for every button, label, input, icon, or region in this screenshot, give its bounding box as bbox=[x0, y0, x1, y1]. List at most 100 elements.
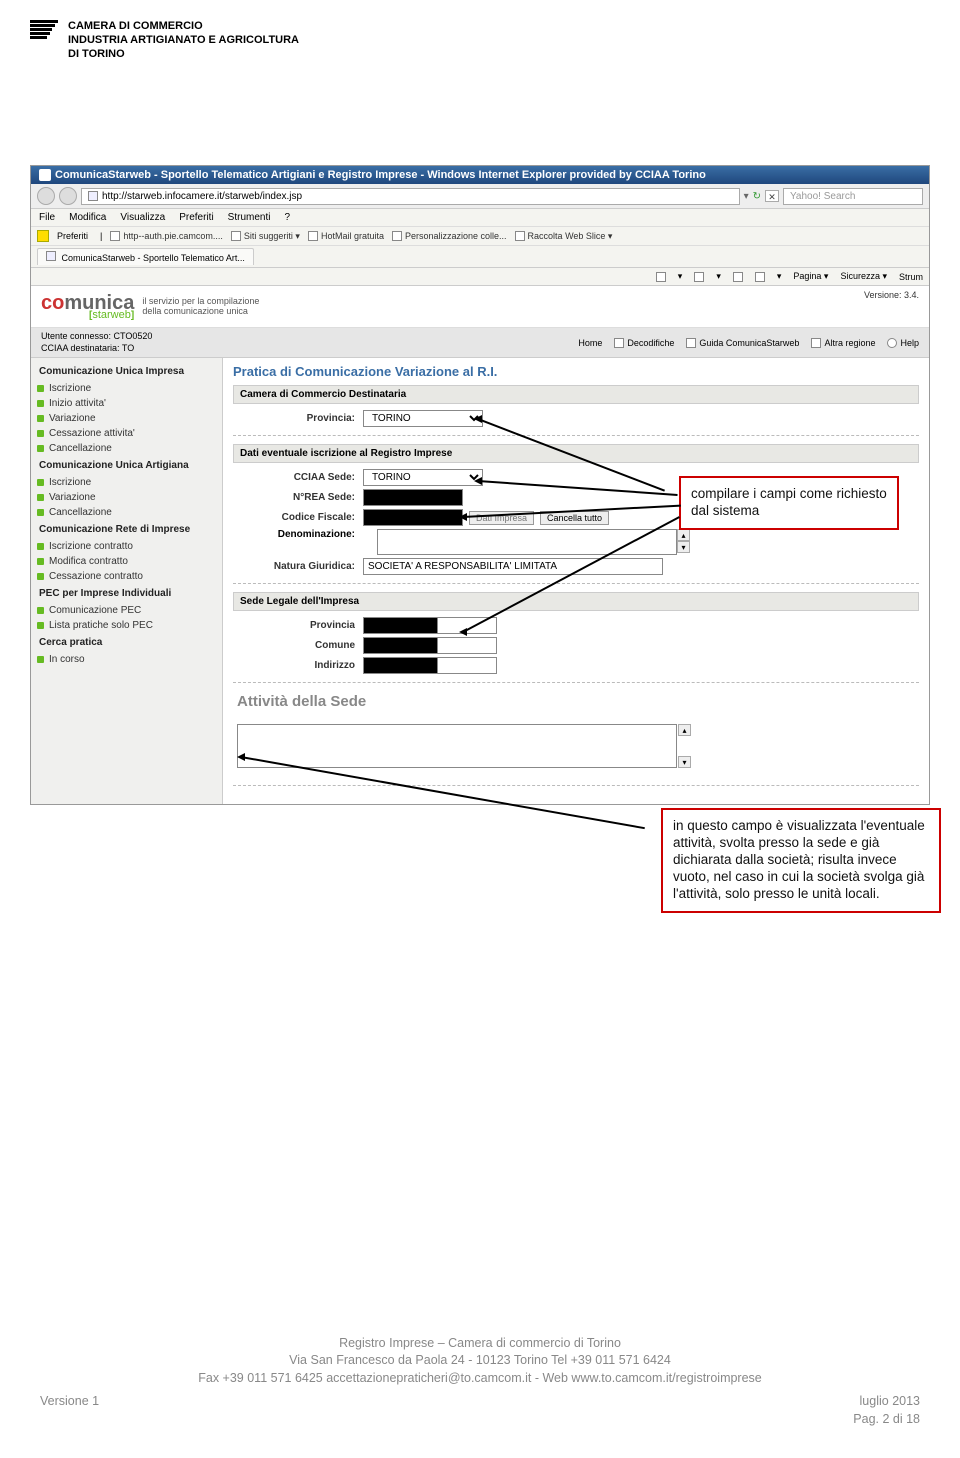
stop-icon[interactable]: ✕ bbox=[765, 190, 779, 202]
fav-item-0[interactable]: http--auth.pie.camcom.... bbox=[110, 231, 223, 241]
sb-item-rete-cessazione[interactable]: Cessazione contratto bbox=[31, 569, 222, 584]
url-icon bbox=[88, 191, 98, 201]
sb-item-pec-comm[interactable]: Comunicazione PEC bbox=[31, 603, 222, 618]
print-icon[interactable] bbox=[755, 272, 765, 282]
address-bar: http://starweb.infocamere.it/starweb/ind… bbox=[31, 184, 929, 209]
menu-modifica[interactable]: Modifica bbox=[69, 212, 106, 223]
cmd-sicurezza[interactable]: Sicurezza ▾ bbox=[840, 271, 887, 282]
sb-item-rete-modifica[interactable]: Modifica contratto bbox=[31, 554, 222, 569]
tagline-2: della comunicazione unica bbox=[142, 307, 259, 317]
fav-label[interactable]: Preferiti bbox=[57, 231, 88, 241]
label-nrea: N°REA Sede: bbox=[233, 492, 363, 503]
sb-item-art-iscrizione[interactable]: Iscrizione bbox=[31, 475, 222, 490]
menu-file[interactable]: File bbox=[39, 212, 55, 223]
arrow-head-3 bbox=[459, 513, 467, 521]
callout-1: compilare i campi come richiesto dal sis… bbox=[679, 476, 899, 530]
footer-line1: Registro Imprese – Camera di commercio d… bbox=[0, 1335, 960, 1353]
footer-line2: Via San Francesco da Paola 24 - 10123 To… bbox=[0, 1352, 960, 1370]
input-sede-indirizzo[interactable] bbox=[437, 657, 497, 674]
menu-visualizza[interactable]: Visualizza bbox=[120, 212, 165, 223]
footer-version: Versione 1 bbox=[40, 1393, 99, 1428]
scroll-up-icon[interactable]: ▴ bbox=[677, 529, 690, 541]
label-sede-indirizzo: Indirizzo bbox=[233, 660, 363, 671]
cmd-pagina[interactable]: Pagina ▾ bbox=[793, 271, 828, 282]
label-natura: Natura Giuridica: bbox=[233, 561, 363, 572]
forward-button[interactable] bbox=[59, 187, 77, 205]
fav-item-3[interactable]: Personalizzazione colle... bbox=[392, 231, 507, 241]
nav-altra-regione[interactable]: Altra regione bbox=[811, 338, 875, 348]
fav-item-2[interactable]: HotMail gratuita bbox=[308, 231, 384, 241]
sb-item-cessazione[interactable]: Cessazione attivita' bbox=[31, 426, 222, 441]
home-icon[interactable] bbox=[656, 272, 666, 282]
main-form: Pratica di Comunicazione Variazione al R… bbox=[223, 358, 929, 804]
sb-item-variazione[interactable]: Variazione bbox=[31, 411, 222, 426]
feed-icon[interactable] bbox=[694, 272, 704, 282]
mail-icon[interactable] bbox=[733, 272, 743, 282]
label-provincia: Provincia: bbox=[233, 413, 363, 424]
footer-date: luglio 2013 bbox=[860, 1394, 920, 1408]
sidebar: Comunicazione Unica Impresa Iscrizione I… bbox=[31, 358, 223, 804]
arrow-head-5 bbox=[237, 753, 245, 761]
menu-strumenti[interactable]: Strumenti bbox=[228, 212, 271, 223]
sb-group-4: Cerca pratica bbox=[31, 633, 222, 652]
window-title: ComunicaStarweb - Sportello Telematico A… bbox=[55, 169, 706, 181]
label-cf: Codice Fiscale: bbox=[233, 512, 363, 523]
cmd-strum[interactable]: Strum bbox=[899, 272, 923, 282]
star-icon[interactable] bbox=[37, 230, 49, 242]
scroll-up-icon-2[interactable]: ▴ bbox=[678, 724, 691, 736]
browser-window: ComunicaStarweb - Sportello Telematico A… bbox=[30, 165, 930, 805]
menu-bar: File Modifica Visualizza Preferiti Strum… bbox=[31, 209, 929, 227]
app-header: comunica [starweb] il servizio per la co… bbox=[31, 286, 929, 328]
input-sede-comune[interactable] bbox=[437, 637, 497, 654]
sb-item-rete-iscrizione[interactable]: Iscrizione contratto bbox=[31, 539, 222, 554]
org-line1: CAMERA DI COMMERCIO bbox=[68, 20, 299, 34]
scroll-down-icon-2[interactable]: ▾ bbox=[678, 756, 691, 768]
redacted-denom bbox=[363, 529, 377, 555]
scroll-down-icon[interactable]: ▾ bbox=[677, 541, 690, 553]
dropdown-icon[interactable]: ▾ bbox=[744, 191, 749, 202]
select-provincia[interactable]: TORINO bbox=[363, 410, 483, 427]
nav-help[interactable]: Help bbox=[887, 338, 919, 348]
url-text: http://starweb.infocamere.it/starweb/ind… bbox=[102, 191, 302, 202]
back-button[interactable] bbox=[37, 187, 55, 205]
starweb-label: starweb bbox=[92, 309, 131, 321]
nav-home[interactable]: Home bbox=[578, 338, 602, 348]
callout-2: in questo campo è visualizzata l'eventua… bbox=[661, 808, 941, 912]
command-bar: ▾ ▾ ▾ Pagina ▾ Sicurezza ▾ Strum bbox=[31, 268, 929, 286]
nav-guida[interactable]: Guida ComunicaStarweb bbox=[686, 338, 799, 348]
logo-icon bbox=[30, 20, 58, 65]
sb-item-cancellazione[interactable]: Cancellazione bbox=[31, 441, 222, 456]
search-field[interactable]: Yahoo! Search bbox=[783, 188, 923, 205]
sb-group-1: Comunicazione Unica Artigiana bbox=[31, 456, 222, 475]
tab-bar: ComunicaStarweb - Sportello Telematico A… bbox=[31, 246, 929, 268]
redacted-cf bbox=[363, 509, 463, 526]
nav-decodifiche[interactable]: Decodifiche bbox=[614, 338, 674, 348]
section-destinataria: Camera di Commercio Destinataria bbox=[233, 385, 919, 404]
label-sede-prov: Provincia bbox=[233, 620, 363, 631]
textarea-attivita[interactable] bbox=[237, 724, 677, 768]
page-footer: Registro Imprese – Camera di commercio d… bbox=[0, 1335, 960, 1429]
org-line3: DI TORINO bbox=[68, 48, 299, 62]
refresh-icon[interactable]: ↻ bbox=[753, 191, 761, 202]
page-icon bbox=[39, 169, 51, 181]
btn-cancella-tutto[interactable]: Cancella tutto bbox=[540, 511, 609, 525]
fav-item-1[interactable]: Siti suggeriti ▾ bbox=[231, 231, 300, 242]
favorites-bar: Preferiti | http--auth.pie.camcom.... Si… bbox=[31, 227, 929, 246]
sb-item-pec-lista[interactable]: Lista pratiche solo PEC bbox=[31, 618, 222, 633]
sb-item-art-variazione[interactable]: Variazione bbox=[31, 490, 222, 505]
section-iscrizione: Dati eventuale iscrizione al Registro Im… bbox=[233, 444, 919, 463]
input-sede-prov[interactable] bbox=[437, 617, 497, 634]
tab-comunica[interactable]: ComunicaStarweb - Sportello Telematico A… bbox=[37, 248, 254, 265]
url-field[interactable]: http://starweb.infocamere.it/starweb/ind… bbox=[81, 188, 740, 205]
sb-item-iscrizione[interactable]: Iscrizione bbox=[31, 381, 222, 396]
menu-preferiti[interactable]: Preferiti bbox=[179, 212, 213, 223]
input-natura[interactable] bbox=[363, 558, 663, 575]
sb-item-art-cancellazione[interactable]: Cancellazione bbox=[31, 505, 222, 520]
label-cciaa: CCIAA Sede: bbox=[233, 472, 363, 483]
form-title: Pratica di Comunicazione Variazione al R… bbox=[233, 364, 919, 379]
sb-item-inizio[interactable]: Inizio attivita' bbox=[31, 396, 222, 411]
menu-help[interactable]: ? bbox=[284, 212, 290, 223]
select-cciaa[interactable]: TORINO bbox=[363, 469, 483, 486]
fav-item-4[interactable]: Raccolta Web Slice ▾ bbox=[515, 231, 613, 242]
sb-item-cerca-corso[interactable]: In corso bbox=[31, 652, 222, 667]
